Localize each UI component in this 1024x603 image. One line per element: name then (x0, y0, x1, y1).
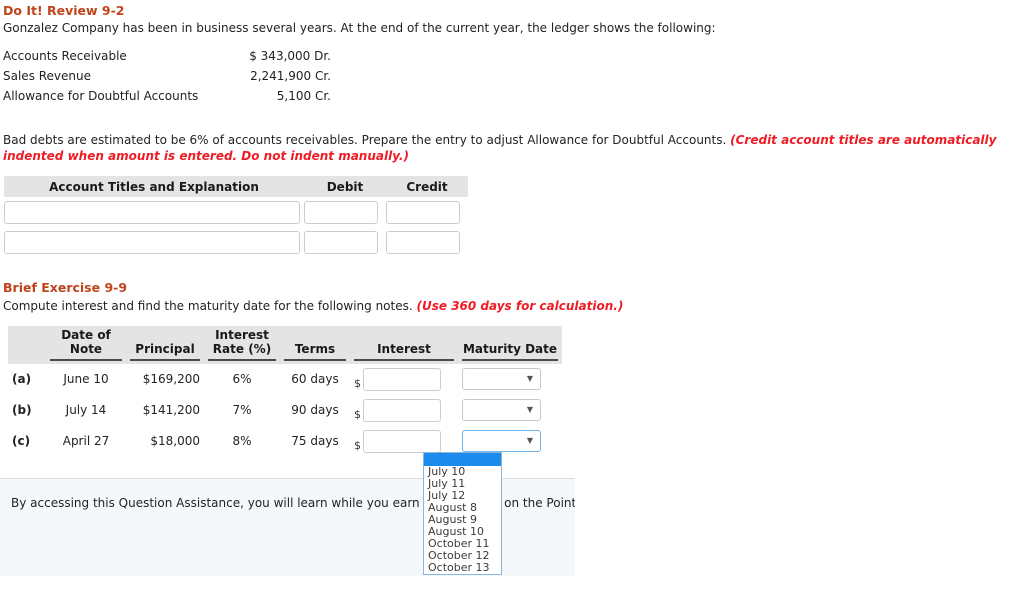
table-row (4, 197, 468, 227)
interest-input-group: $ (354, 429, 454, 453)
notes-header-maturity-date: Maturity Date (458, 326, 562, 364)
dollar-sign-label: $ (354, 438, 361, 452)
notes-row-terms: 75 days (291, 434, 339, 449)
notes-row-date: June 10 (63, 372, 109, 387)
notes-row-maturity-cell: ▼ (458, 395, 562, 426)
notes-row-label: (a) (12, 372, 32, 387)
table-row: Allowance for Doubtful Accounts 5,100 Cr… (3, 89, 331, 109)
notes-row-principal: $18,000 (150, 434, 200, 449)
notes-interest-table: Date of Note Principal Interest Rate (%)… (8, 326, 562, 457)
journal-debit-input-row2[interactable] (304, 230, 378, 254)
journal-header-account: Account Titles and Explanation (4, 176, 304, 197)
table-row (4, 227, 468, 257)
ledger-account-amount: 5,100 Cr. (276, 89, 331, 103)
notes-header-interest-text: Interest (354, 342, 454, 361)
journal-cell-account (4, 197, 304, 227)
ledger-account-amount: 2,241,900 Cr. (250, 69, 331, 83)
interest-input-group: $ (354, 398, 454, 422)
notes-row-interest-cell: $ (350, 364, 458, 395)
notes-row-label: (c) (12, 434, 31, 449)
notes-header-terms: Terms (280, 326, 350, 364)
chevron-down-icon: ▼ (526, 405, 533, 415)
dollar-sign-label: $ (354, 407, 361, 421)
notes-header-row: Date of Note Principal Interest Rate (%)… (8, 326, 562, 364)
notes-row-principal: $169,200 (142, 372, 200, 387)
maturity-select-row-a[interactable]: ▼ (462, 368, 541, 391)
table-row: Accounts Receivable $ 343,000 Dr. (3, 49, 331, 69)
journal-account-input-row1[interactable] (4, 200, 300, 224)
maturity-select-row-c[interactable]: ▼ (462, 430, 541, 453)
journal-cell-credit (386, 197, 468, 227)
journal-credit-input-row2[interactable] (386, 230, 460, 254)
notes-header-line2: Note (69, 341, 103, 356)
interest-input-row-c[interactable] (363, 429, 441, 453)
notes-row-terms: 60 days (291, 372, 339, 387)
notes-row-rate: 8% (232, 434, 252, 449)
maturity-date-dropdown-list[interactable]: July 10 July 11 July 12 August 8 August … (423, 452, 502, 575)
notes-row-terms: 90 days (291, 403, 339, 418)
journal-cell-debit (304, 227, 386, 257)
journal-cell-credit (386, 227, 468, 257)
chevron-down-icon: ▼ (526, 374, 533, 384)
notes-row-principal: $141,200 (142, 403, 200, 418)
notes-header-interest-rate-text: Interest Rate (%) (208, 328, 276, 361)
ledger-account-name: Sales Revenue (3, 69, 92, 83)
notes-row-rate: 7% (232, 403, 252, 418)
doit-review-intro: Gonzalez Company has been in business se… (3, 21, 716, 35)
notes-row-date: April 27 (62, 434, 110, 449)
doit-review-instruction: Bad debts are estimated to be 6% of acco… (3, 132, 1015, 164)
journal-header-debit: Debit (304, 176, 386, 197)
ledger-account-name: Accounts Receivable (3, 49, 127, 63)
dollar-sign-label: $ (354, 376, 361, 390)
journal-header-row: Account Titles and Explanation Debit Cre… (4, 176, 468, 197)
notes-row-interest-cell: $ (350, 395, 458, 426)
notes-header-principal-text: Principal (130, 342, 200, 361)
ledger-account-amount: $ 343,000 Dr. (249, 49, 331, 63)
notes-row-maturity-cell: ▼ (458, 364, 562, 395)
notes-row-date: July 14 (65, 403, 107, 418)
journal-debit-input-row1[interactable] (304, 200, 378, 224)
notes-header-line1: Interest (215, 328, 269, 342)
dropdown-option-october-13[interactable]: October 13 (424, 562, 501, 574)
table-row: (b) July 14 $141,200 7% 90 days $ ▼ (8, 395, 562, 426)
instruction-plain-text: Bad debts are estimated to be 6% of acco… (3, 133, 731, 147)
ledger-balances-table: Accounts Receivable $ 343,000 Dr. Sales … (3, 49, 331, 109)
notes-row-rate: 6% (232, 372, 252, 387)
ledger-account-name: Allowance for Doubtful Accounts (3, 89, 199, 103)
doit-review-title: Do It! Review 9-2 (3, 3, 125, 18)
notes-header-principal: Principal (126, 326, 204, 364)
notes-header-line1: Date of (61, 328, 111, 342)
notes-header-date-of-note-text: Date of Note (50, 328, 122, 361)
chevron-down-icon: ▼ (526, 436, 533, 446)
interest-input-group: $ (354, 367, 454, 391)
journal-header-credit: Credit (386, 176, 468, 197)
notes-header-terms-text: Terms (284, 342, 346, 361)
journal-account-input-row2[interactable] (4, 230, 300, 254)
notes-header-interest-rate: Interest Rate (%) (204, 326, 280, 364)
table-row: Sales Revenue 2,241,900 Cr. (3, 69, 331, 89)
interest-input-row-a[interactable] (363, 367, 441, 391)
maturity-select-row-b[interactable]: ▼ (462, 399, 541, 422)
notes-header-date-of-note: Date of Note (46, 326, 126, 364)
interest-input-row-b[interactable] (363, 398, 441, 422)
brief-exercise-intro-plain: Compute interest and find the maturity d… (3, 299, 417, 313)
brief-exercise-intro: Compute interest and find the maturity d… (3, 298, 903, 314)
journal-credit-input-row1[interactable] (386, 200, 460, 224)
table-row: (a) June 10 $169,200 6% 60 days $ ▼ (8, 364, 562, 395)
journal-cell-account (4, 227, 304, 257)
brief-exercise-title: Brief Exercise 9-9 (3, 280, 128, 295)
notes-header-maturity-text: Maturity Date (462, 342, 558, 361)
journal-entry-table: Account Titles and Explanation Debit Cre… (4, 176, 468, 257)
notes-header-line2: Rate (%) (212, 341, 272, 356)
notes-header-label (8, 326, 46, 364)
journal-cell-debit (304, 197, 386, 227)
notes-header-interest: Interest (350, 326, 458, 364)
notes-row-label: (b) (12, 403, 32, 418)
brief-exercise-intro-emphasis: (Use 360 days for calculation.) (416, 299, 624, 313)
